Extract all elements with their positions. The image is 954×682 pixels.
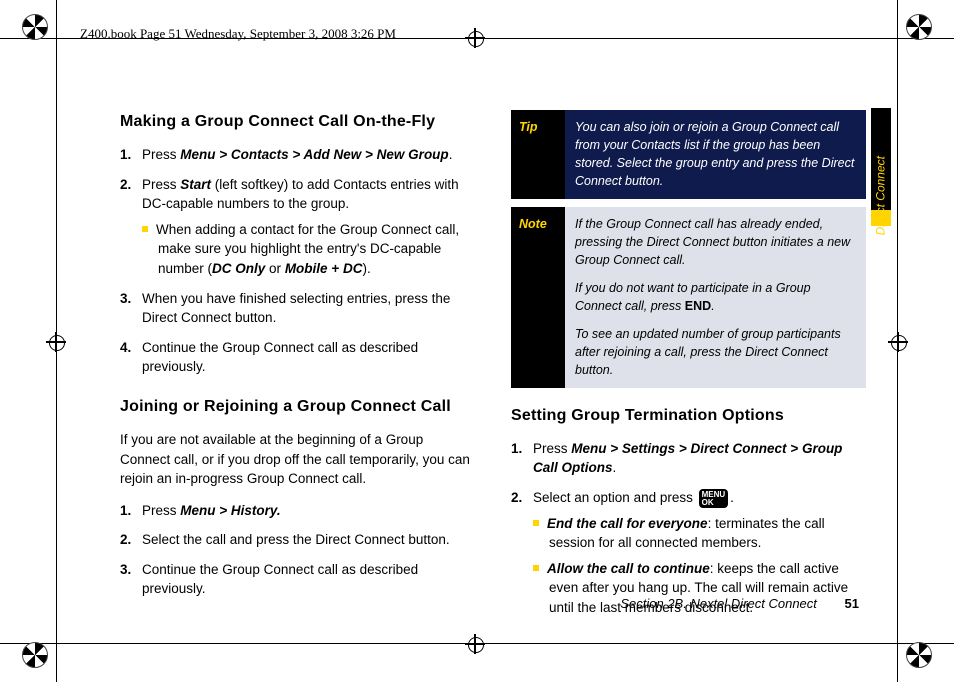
step-item: Continue the Group Connect call as descr… (120, 560, 475, 599)
bullet-square-icon (533, 565, 539, 571)
note-label: Note (511, 207, 565, 388)
note-box: Note If the Group Connect call has alrea… (511, 207, 866, 388)
sub-bullet: When adding a contact for the Group Conn… (142, 220, 475, 279)
menu-ok-key-icon: MENUOK (699, 489, 729, 508)
steps-termination: Press Menu > Settings > Direct Connect >… (511, 439, 866, 618)
page-footer: Section 2B. Nextel Direct Connect 51 (0, 595, 859, 614)
register-mark-top (465, 28, 485, 48)
menu-path: Menu > Contacts > Add New > New Group (180, 147, 448, 162)
step-item: Continue the Group Connect call as descr… (120, 338, 475, 377)
colorwheel-icon (22, 14, 48, 40)
left-column: Making a Group Connect Call On-the-Fly P… (120, 110, 475, 592)
steps-join: Press Menu > History. Select the call an… (120, 501, 475, 599)
step-item: Press Menu > Settings > Direct Connect >… (511, 439, 866, 478)
bullet-square-icon (142, 226, 148, 232)
page: Z400.book Page 51 Wednesday, September 3… (0, 0, 954, 682)
colorwheel-icon (906, 642, 932, 668)
right-column: Tip You can also join or rejoin a Group … (511, 110, 894, 592)
colorwheel-icon (906, 14, 932, 40)
note-body: If the Group Connect call has already en… (565, 207, 866, 388)
step-item: When you have finished selecting entries… (120, 289, 475, 328)
heading-termination-options: Setting Group Termination Options (511, 404, 866, 427)
footer-section: Section 2B. Nextel Direct Connect (620, 596, 817, 611)
header-pathline: Z400.book Page 51 Wednesday, September 3… (80, 25, 396, 44)
step-item: Select the call and press the Direct Con… (120, 530, 475, 550)
register-mark-left (46, 332, 66, 352)
menu-path: Menu > History. (180, 503, 280, 518)
heading-join-rejoin: Joining or Rejoining a Group Connect Cal… (120, 395, 475, 418)
tip-box: Tip You can also join or rejoin a Group … (511, 110, 866, 199)
step-item: Press Menu > Contacts > Add New > New Gr… (120, 145, 475, 165)
end-key: END (685, 299, 711, 313)
footer-page-number: 51 (845, 596, 859, 611)
paragraph: If you are not available at the beginnin… (120, 430, 475, 489)
menu-path: Menu > Settings > Direct Connect > Group… (533, 441, 842, 476)
register-mark-bottom (465, 634, 485, 654)
bullet-square-icon (533, 520, 539, 526)
tip-label: Tip (511, 110, 565, 199)
step-item: Press Menu > History. (120, 501, 475, 521)
tip-body: You can also join or rejoin a Group Conn… (565, 110, 866, 199)
colorwheel-icon (22, 642, 48, 668)
softkey-start: Start (180, 177, 211, 192)
sub-bullet: End the call for everyone: terminates th… (533, 514, 866, 553)
heading-making-group-call: Making a Group Connect Call On-the-Fly (120, 110, 475, 133)
content-area: Making a Group Connect Call On-the-Fly P… (120, 110, 894, 592)
step-item: Press Start (left softkey) to add Contac… (120, 175, 475, 279)
steps-make-call: Press Menu > Contacts > Add New > New Gr… (120, 145, 475, 377)
